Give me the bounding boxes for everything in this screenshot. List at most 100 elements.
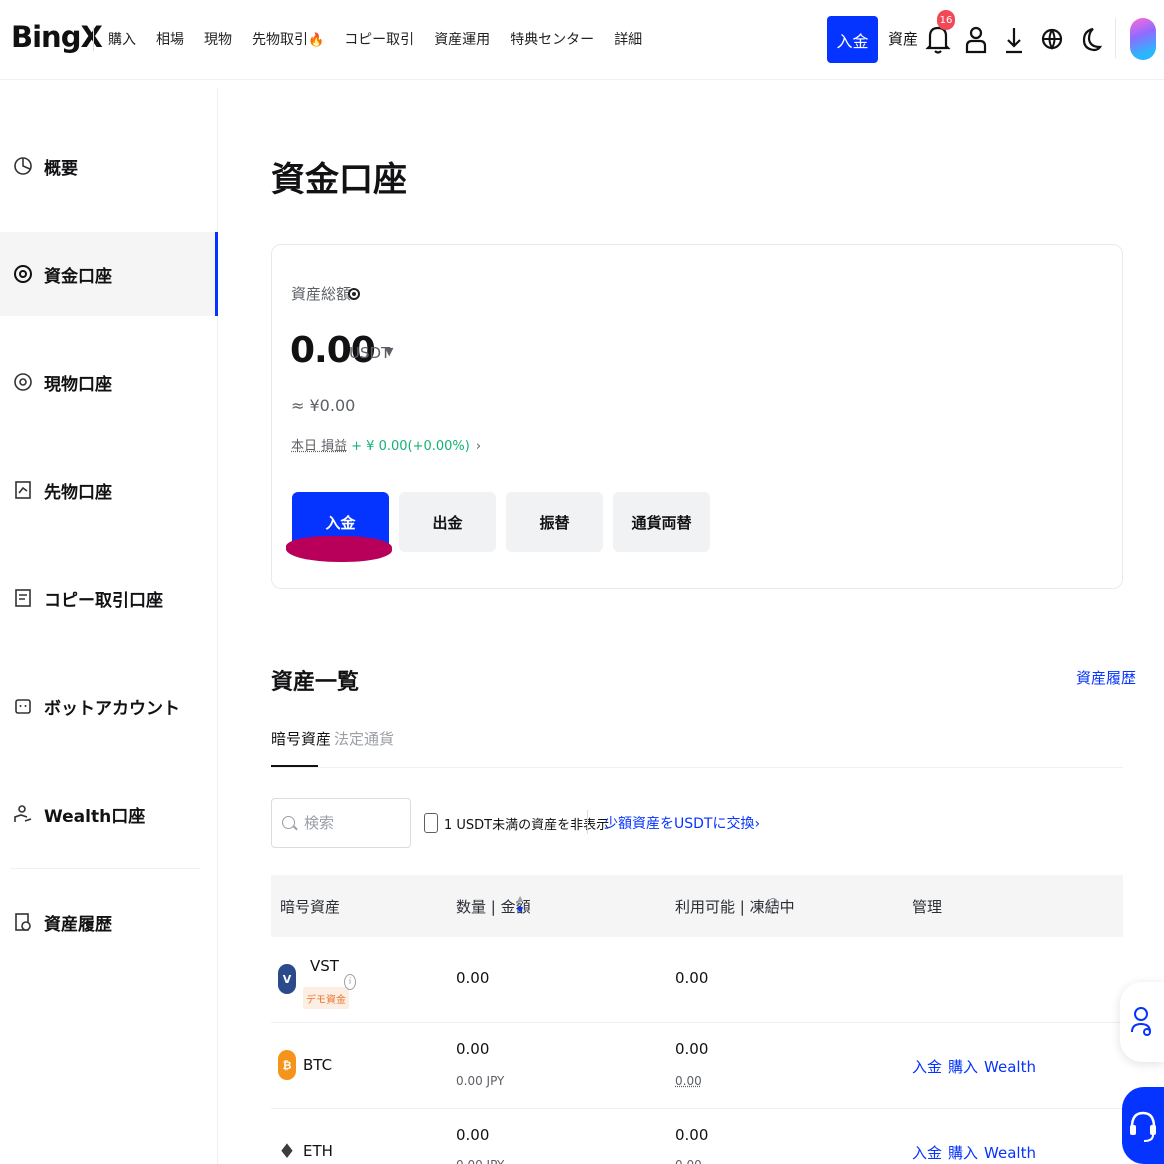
- caret-down-icon[interactable]: ▼: [385, 345, 393, 358]
- sidebar-item-wealth-account[interactable]: Wealth口座: [0, 772, 218, 856]
- nav-earn[interactable]: 資産運用: [434, 29, 490, 49]
- row-divider: [271, 1108, 1123, 1109]
- coin-name: BTC: [303, 1056, 333, 1074]
- action-wealth[interactable]: Wealth: [984, 1058, 1036, 1076]
- user-link-icon: [1131, 1007, 1151, 1036]
- top-navigation-bar: BingX 購入 相場 現物 先物取引🔥 コピー取引 資産運用 特典センター 詳…: [0, 0, 1164, 80]
- quantity-jpy: 0.00 JPY: [456, 1074, 505, 1088]
- nav-futures-label: 先物取引: [252, 32, 308, 48]
- action-deposit[interactable]: 入金: [912, 1058, 942, 1076]
- headset-icon: [1130, 1111, 1156, 1142]
- info-icon[interactable]: i: [767, 898, 779, 914]
- available-value: 0.00: [675, 1126, 709, 1144]
- nav-copy-trading[interactable]: コピー取引: [344, 29, 414, 49]
- copy-trading-icon: [15, 589, 31, 607]
- sidebar-item-futures-account[interactable]: 先物口座: [0, 448, 218, 532]
- quantity-value: 0.00: [456, 969, 490, 987]
- pnl-value: + ¥ 0.00(+0.00%): [351, 439, 470, 454]
- filter-divider: [587, 810, 588, 834]
- quantity-value: 0.00: [456, 1040, 490, 1058]
- sidebar-item-label: コピー取引口座: [44, 590, 163, 611]
- pnl-label: 本日 損益: [291, 439, 348, 454]
- transfer-button[interactable]: 振替: [506, 492, 603, 552]
- asset-list-title: 資産一覧: [271, 670, 360, 695]
- tab-fiat[interactable]: 法定通貨: [334, 728, 394, 749]
- today-pnl[interactable]: 本日 損益 + ¥ 0.00(+0.00%) ›: [291, 435, 481, 454]
- eth-coin-icon: ♦: [278, 1136, 296, 1164]
- history-icon: [15, 913, 31, 931]
- tabs-divider: [271, 767, 1123, 768]
- btc-coin-icon: ₿: [278, 1050, 296, 1080]
- main-nav: 購入 相場 現物 先物取引🔥 コピー取引 資産運用 特典センター 詳細: [108, 29, 642, 49]
- sidebar-item-spot-account[interactable]: 現物口座: [0, 340, 218, 424]
- fiat-equivalent: ≈ ¥0.00: [291, 396, 356, 415]
- globe-icon[interactable]: [1038, 22, 1066, 56]
- referral-float-button[interactable]: [1120, 982, 1164, 1062]
- action-wealth[interactable]: Wealth: [984, 1144, 1036, 1162]
- sort-asc-icon[interactable]: ▲: [517, 894, 523, 903]
- user-icon[interactable]: [962, 22, 990, 56]
- action-buy[interactable]: 購入: [948, 1058, 978, 1076]
- vst-coin-icon: V: [278, 964, 296, 994]
- account-sidebar: 概要 資金口座 現物口座 先物口座 コピー取引口座 ボットアカウント Wealt…: [0, 88, 218, 1164]
- sidebar-item-label: ボットアカウント: [44, 698, 180, 719]
- demo-funds-badge: デモ資金: [303, 987, 349, 1009]
- chevron-right-icon: ›: [754, 816, 761, 832]
- support-chat-button[interactable]: [1122, 1087, 1164, 1164]
- hide-small-label[interactable]: 1 USDT未満の資産を非表示: [444, 814, 609, 833]
- withdraw-button[interactable]: 出金: [399, 492, 496, 552]
- info-icon[interactable]: i: [344, 974, 356, 990]
- convert-small-assets-link[interactable]: 少額資産をUSDTに交換›: [604, 813, 760, 833]
- available-value: 0.00: [675, 1040, 709, 1058]
- nav-buy[interactable]: 購入: [108, 29, 136, 49]
- sort-desc-icon[interactable]: ▼: [517, 905, 523, 914]
- highlight-scribble: [286, 536, 392, 562]
- bot-icon: [15, 699, 31, 714]
- app-avatar-icon[interactable]: [1130, 18, 1156, 60]
- sidebar-item-asset-history[interactable]: 資産履歴: [0, 880, 218, 964]
- sidebar-item-label: 先物口座: [44, 482, 112, 503]
- action-buy[interactable]: 購入: [948, 1144, 978, 1162]
- nav-markets[interactable]: 相場: [156, 29, 184, 49]
- total-assets-label: 資産総額: [291, 285, 352, 303]
- sidebar-item-copy-trading-account[interactable]: コピー取引口座: [0, 556, 218, 640]
- nav-rewards[interactable]: 特典センター: [510, 29, 594, 49]
- action-deposit[interactable]: 入金: [912, 1144, 942, 1162]
- eye-icon[interactable]: [348, 288, 360, 300]
- futures-account-icon: [15, 481, 31, 499]
- sidebar-item-fund-account[interactable]: 資金口座: [0, 232, 218, 316]
- active-tab-indicator: [271, 765, 318, 767]
- download-icon[interactable]: [1000, 22, 1028, 56]
- sidebar-item-overview[interactable]: 概要: [0, 124, 218, 208]
- tab-crypto[interactable]: 暗号資産: [271, 728, 331, 749]
- asset-history-link[interactable]: 資産履歴: [1076, 667, 1136, 688]
- nav-spot[interactable]: 現物: [204, 29, 232, 49]
- bingx-logo[interactable]: BingX: [11, 20, 103, 54]
- wealth-icon: [14, 805, 32, 822]
- available-value: 0.00: [675, 969, 709, 987]
- coin-name: ETH: [303, 1142, 333, 1160]
- notification-badge: 16: [937, 10, 955, 30]
- frozen-value: 0.00: [675, 1074, 702, 1088]
- column-crypto: 暗号資産: [280, 898, 341, 916]
- row-divider: [271, 1022, 1123, 1023]
- quantity-jpy: 0.00 JPY: [456, 1158, 504, 1164]
- search-input[interactable]: [304, 811, 404, 835]
- nav-more[interactable]: 詳細: [614, 29, 642, 49]
- sidebar-divider: [10, 868, 200, 869]
- nav-futures[interactable]: 先物取引🔥: [252, 29, 324, 49]
- header-deposit-button[interactable]: 入金: [827, 16, 878, 63]
- sidebar-item-bot-account[interactable]: ボットアカウント: [0, 664, 218, 748]
- column-manage: 管理: [912, 898, 943, 916]
- fire-icon: 🔥: [308, 33, 325, 48]
- moon-icon[interactable]: [1076, 22, 1104, 56]
- quantity-value: 0.00: [456, 1126, 490, 1144]
- header-assets-link[interactable]: 資産: [888, 28, 918, 49]
- convert-link-label: 少額資産をUSDTに交換: [604, 816, 755, 832]
- convert-button[interactable]: 通貨両替: [613, 492, 710, 552]
- hide-small-checkbox[interactable]: [424, 813, 438, 833]
- search-icon: [282, 816, 295, 829]
- eth-actions: 入金 購入 Wealth: [912, 1142, 1042, 1163]
- sidebar-item-label: 概要: [44, 158, 78, 179]
- pie-chart-icon: [14, 157, 32, 175]
